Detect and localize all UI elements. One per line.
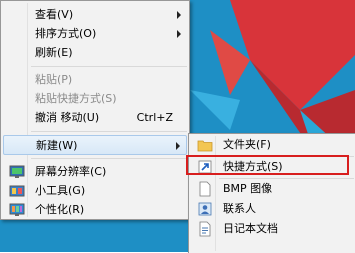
menu-item-label: BMP 图像 [223, 182, 273, 195]
menu-item-label: 小工具(G) [35, 184, 86, 197]
menu-separator [31, 158, 187, 159]
menu-item-view[interactable]: 查看(V) [3, 5, 187, 25]
menu-item-paste-shortcut[interactable]: 粘贴快捷方式(S) [3, 89, 187, 109]
menu-item-label: 个性化(R) [35, 203, 85, 216]
submenu-item-contact[interactable]: 联系人 [191, 199, 354, 219]
personalize-icon [9, 203, 25, 216]
menu-item-shortcut: Ctrl+Z [136, 111, 173, 124]
menu-item-personalize[interactable]: 个性化(R) [3, 200, 187, 220]
menu-item-screen-resolution[interactable]: 屏幕分辨率(C) [3, 162, 187, 182]
menu-item-label: 刷新(E) [35, 46, 73, 59]
menu-item-label: 联系人 [223, 202, 256, 215]
menu-item-paste[interactable]: 粘贴(P) [3, 70, 187, 90]
menu-item-refresh[interactable]: 刷新(E) [3, 43, 187, 63]
menu-item-label: 粘贴快捷方式(S) [35, 92, 117, 105]
menu-item-gadgets[interactable]: 小工具(G) [3, 181, 187, 201]
monitor-icon [9, 165, 25, 178]
contact-icon [198, 202, 212, 216]
menu-item-label: 查看(V) [35, 8, 74, 21]
desktop-context-menu: 查看(V) 排序方式(O) 刷新(E) 粘贴(P) 粘贴快捷方式(S) 撤消 移… [0, 0, 190, 220]
shortcut-highlight-box [186, 155, 349, 175]
folder-icon [197, 140, 213, 152]
menu-item-label: 日记本文档 [223, 222, 278, 235]
submenu-item-bmp-image[interactable]: BMP 图像 [191, 179, 354, 199]
menu-item-label: 屏幕分辨率(C) [35, 165, 107, 178]
submenu-item-journal-document[interactable]: 日记本文档 [191, 219, 354, 239]
journal-document-icon [199, 221, 211, 237]
submenu-item-folder[interactable]: 文件夹(F) [191, 135, 354, 155]
menu-item-undo-move[interactable]: 撤消 移动(U) Ctrl+Z [3, 108, 187, 128]
menu-separator [31, 131, 187, 132]
submenu-arrow-icon [177, 11, 181, 19]
menu-item-label: 撤消 移动(U) [35, 111, 100, 124]
blank-document-icon [199, 181, 211, 197]
menu-item-sort-by[interactable]: 排序方式(O) [3, 24, 187, 44]
menu-item-label: 粘贴(P) [35, 73, 73, 86]
gadgets-icon [9, 185, 25, 197]
menu-separator [31, 66, 187, 67]
menu-item-new[interactable]: 新建(W) [3, 135, 187, 155]
submenu-arrow-icon [176, 142, 180, 150]
menu-item-label: 新建(W) [36, 139, 78, 152]
submenu-arrow-icon [177, 30, 181, 38]
new-submenu: 文件夹(F) 快捷方式(S) BMP 图像 联系人 日记本文档 [188, 133, 355, 253]
menu-item-label: 排序方式(O) [35, 27, 97, 40]
menu-item-label: 文件夹(F) [223, 138, 271, 151]
